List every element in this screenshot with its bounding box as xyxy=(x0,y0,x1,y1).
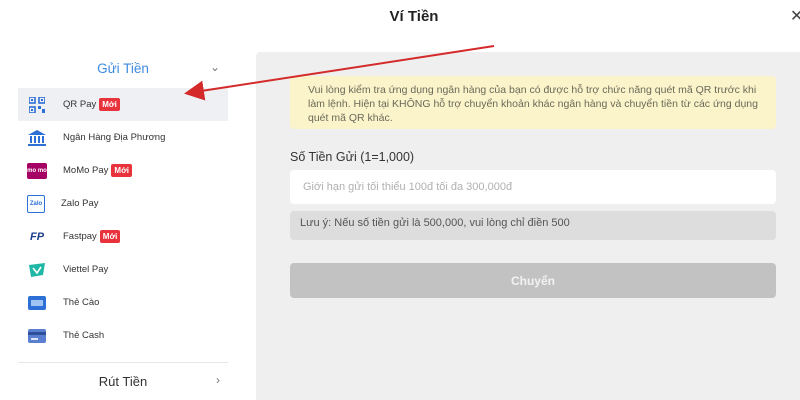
withdraw-group-label: Rút Tiền xyxy=(98,374,148,389)
sidebar-item-label: Thẻ Cào xyxy=(63,297,100,308)
chevron-right-icon: › xyxy=(216,373,220,387)
sidebar-item-viettel-pay[interactable]: Viettel Pay xyxy=(18,253,228,286)
zalopay-logo-icon: Zalo xyxy=(27,194,45,213)
sidebar-item-label: MoMo Pay xyxy=(63,165,109,176)
bank-icon xyxy=(27,129,47,146)
sidebar-item-label: Viettel Pay xyxy=(63,264,109,275)
sidebar-item-label: Fastpay xyxy=(63,231,97,242)
new-badge: Mới xyxy=(111,164,132,177)
qr-code-icon xyxy=(27,96,47,113)
sidebar-item-cash-card[interactable]: Thẻ Cash xyxy=(18,319,228,352)
chevron-down-icon: ⌄ xyxy=(209,60,220,74)
qr-support-notice: Vui lòng kiểm tra ứng dụng ngân hàng của… xyxy=(290,76,776,129)
sidebar-item-label: Ngân Hàng Địa Phương xyxy=(63,132,166,143)
cash-card-icon xyxy=(27,328,47,344)
sidebar-item-qr-pay[interactable]: QR Pay Mới xyxy=(18,88,228,121)
amount-label: Số Tiền Gửi (1=1,000) xyxy=(290,150,415,164)
viettelpay-logo-icon xyxy=(27,262,47,278)
deposit-group-header[interactable]: Gửi Tiền ⌄ xyxy=(18,52,228,86)
page-title: Ví Tiền xyxy=(389,8,439,25)
scratch-card-icon xyxy=(27,295,47,311)
new-badge: Mới xyxy=(99,98,120,111)
close-icon[interactable]: ✕ xyxy=(790,6,800,26)
sidebar-item-zalo-pay[interactable]: Zalo Zalo Pay xyxy=(18,187,228,220)
new-badge: Mới xyxy=(99,230,121,243)
payment-method-sidebar: Gửi Tiền ⌄ QR Pay Mới Ngân Hàng Địa Phươ… xyxy=(0,50,232,400)
amount-input[interactable] xyxy=(290,170,776,204)
sidebar-item-label: QR Pay xyxy=(63,99,97,110)
sidebar-item-label: Zalo Pay xyxy=(61,198,99,209)
fastpay-logo-icon: FP xyxy=(27,228,47,245)
sidebar-item-fastpay[interactable]: FP Fastpay Mới xyxy=(18,220,228,253)
amount-note: Lưu ý: Nếu số tiền gửi là 500,000, vui l… xyxy=(290,211,776,240)
sidebar-item-label: Thẻ Cash xyxy=(63,330,105,341)
deposit-group-label: Gửi Tiền xyxy=(97,61,149,76)
withdraw-group-header[interactable]: Rút Tiền › xyxy=(18,362,228,397)
momo-logo-icon: mo mo xyxy=(27,162,47,179)
deposit-form-panel: Vui lòng kiểm tra ứng dụng ngân hàng của… xyxy=(256,52,800,400)
sidebar-item-scratch-card[interactable]: Thẻ Cào xyxy=(18,286,228,319)
payment-method-list: QR Pay Mới Ngân Hàng Địa Phương mo mo Mo… xyxy=(18,88,228,352)
sidebar-item-local-bank[interactable]: Ngân Hàng Địa Phương xyxy=(18,121,228,154)
sidebar-item-momo-pay[interactable]: mo mo MoMo Pay Mới xyxy=(18,154,228,187)
transfer-button[interactable]: Chuyển xyxy=(290,263,776,298)
